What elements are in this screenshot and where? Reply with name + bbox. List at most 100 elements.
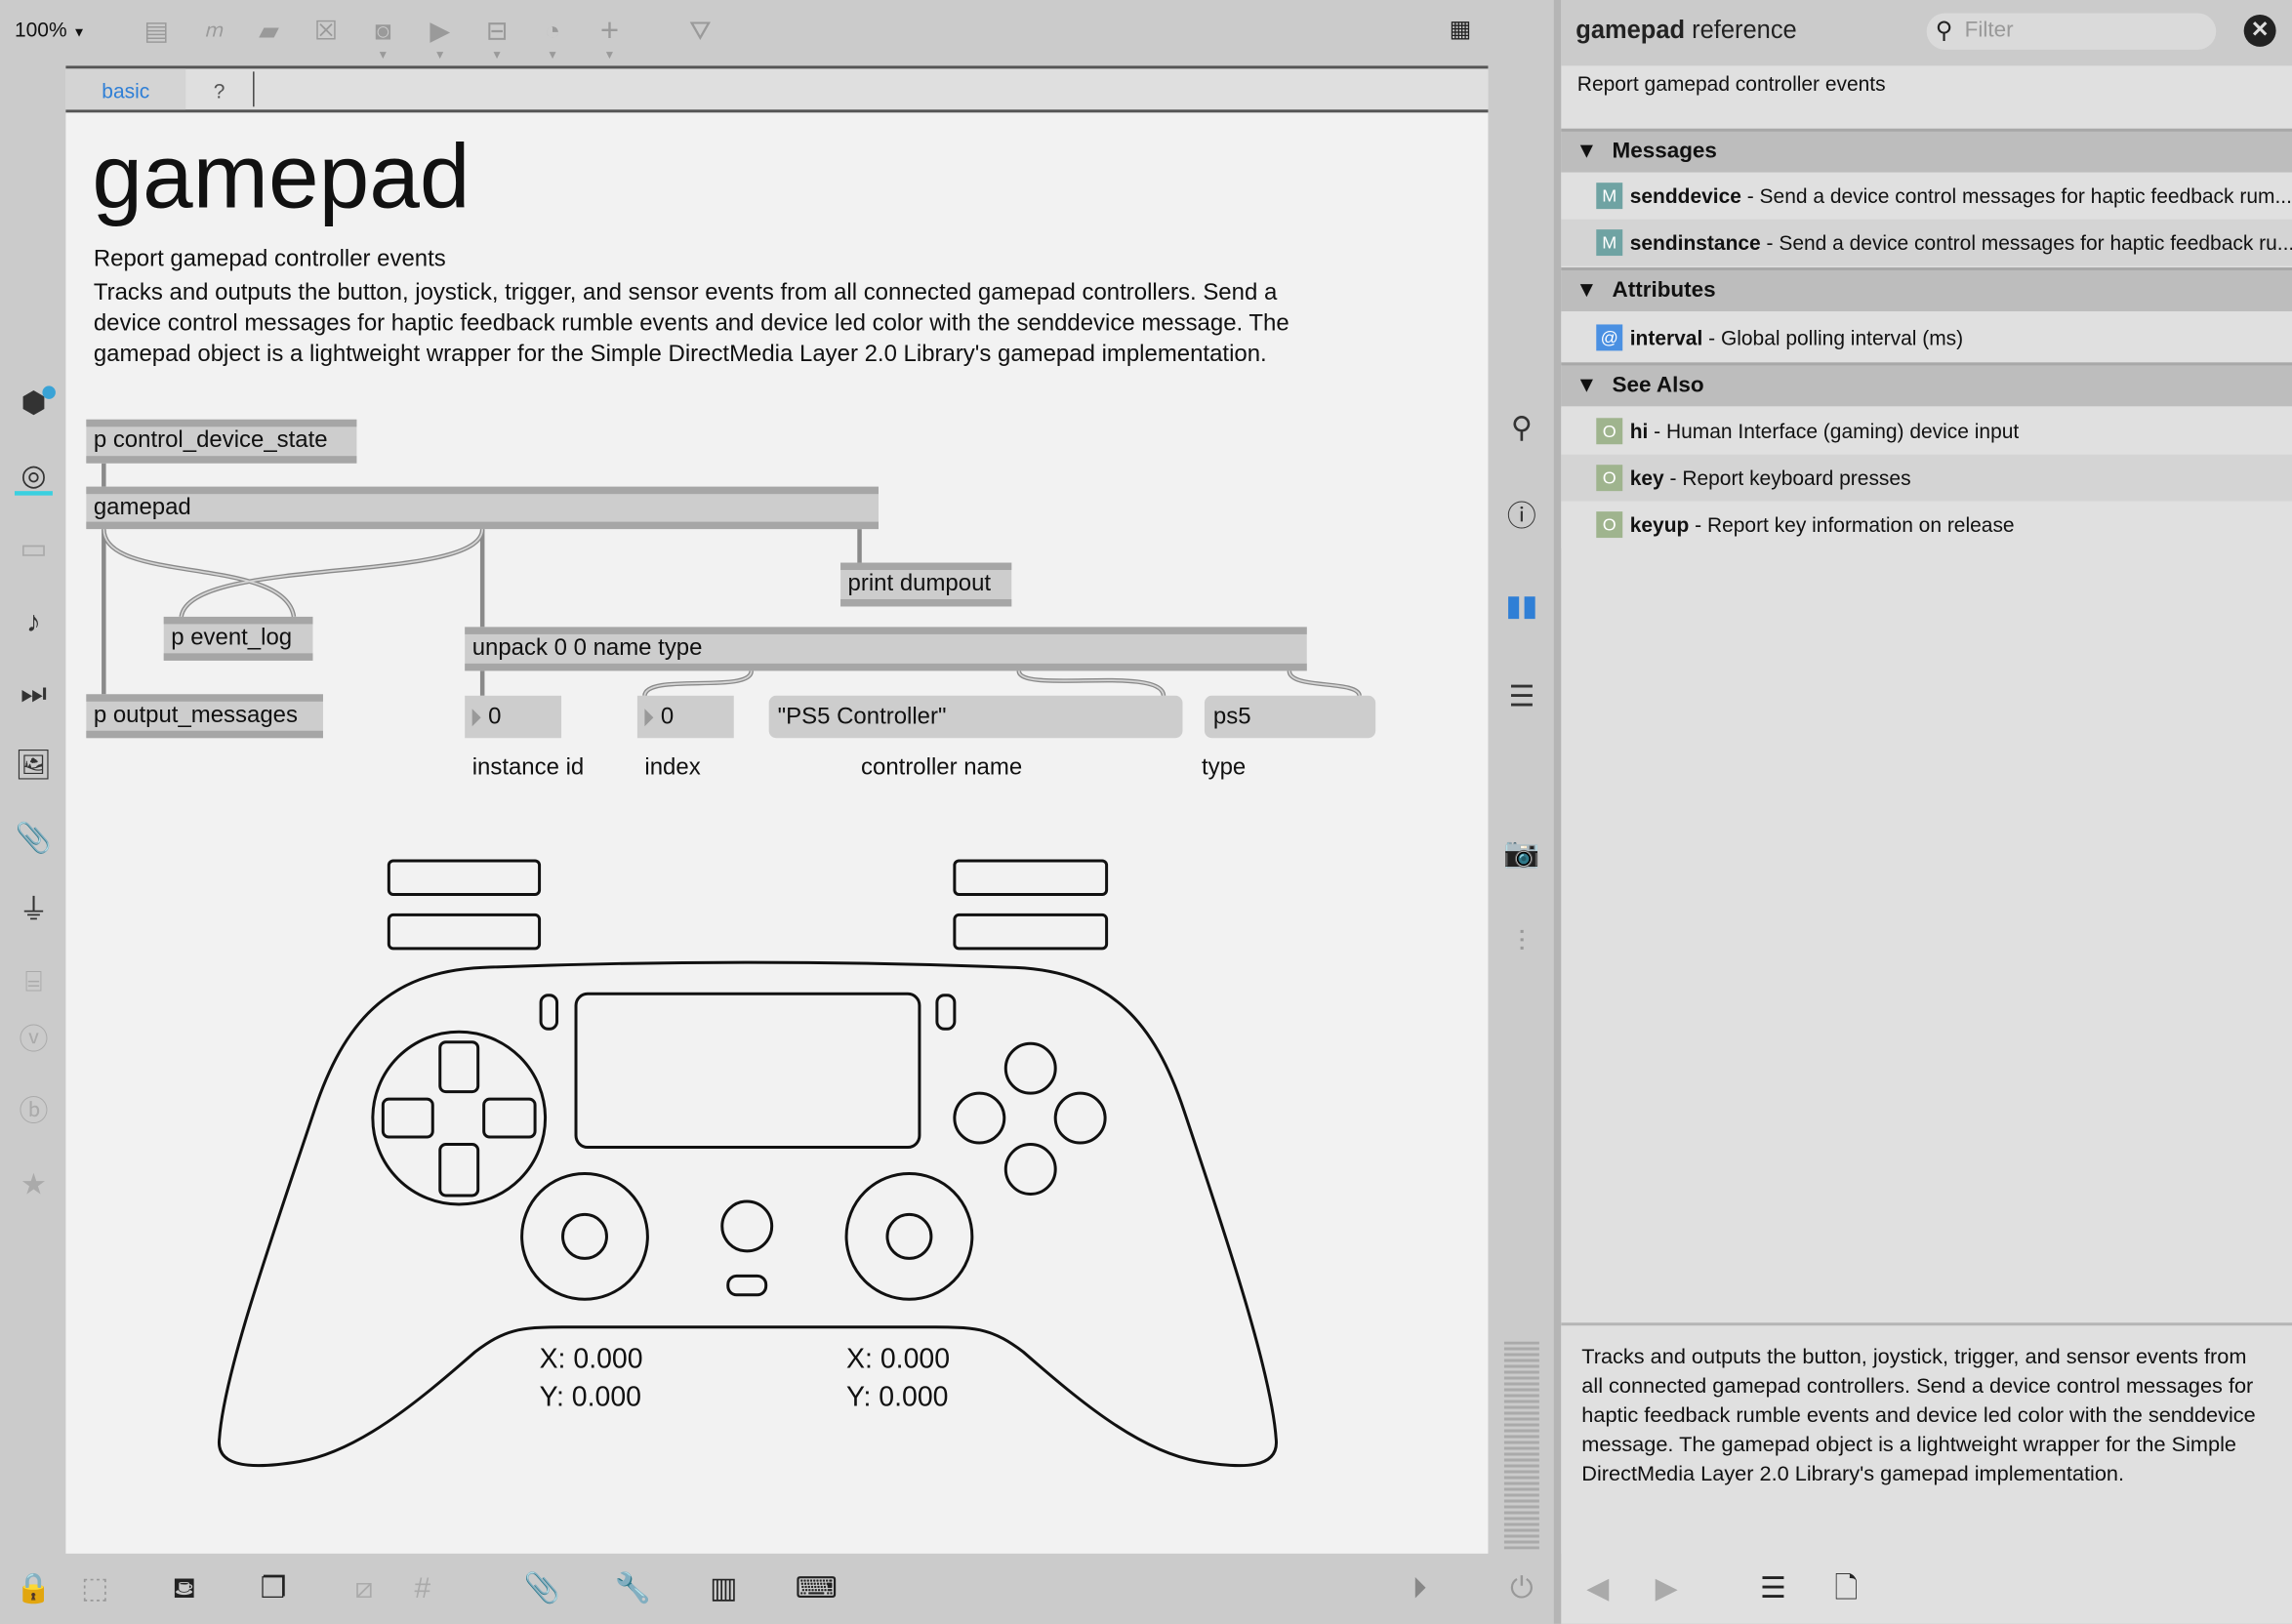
- paint-bucket-icon[interactable]: ⛛: [684, 15, 716, 47]
- tab-help[interactable]: ?: [185, 71, 255, 107]
- info-icon[interactable]: ⓘ: [1502, 499, 1540, 537]
- instance-id-number-box[interactable]: 0: [465, 695, 562, 739]
- active-indicator: [14, 491, 53, 496]
- search-icon[interactable]: ⚲: [1502, 409, 1540, 447]
- comment-icon[interactable]: ▰: [253, 15, 285, 47]
- object-output-messages[interactable]: p output_messages: [86, 694, 323, 739]
- paperclip-icon[interactable]: 📎: [523, 1569, 561, 1607]
- list-item-key[interactable]: Okey - Report keyboard presses: [1561, 454, 2292, 502]
- power-icon[interactable]: ⏻: [1502, 1569, 1540, 1607]
- object-box-icon[interactable]: ▤: [141, 15, 173, 47]
- wrench-icon[interactable]: 🔧: [614, 1569, 652, 1607]
- list-icon[interactable]: ☰: [1502, 678, 1540, 716]
- media-icon[interactable]: ▭: [15, 531, 53, 569]
- panel-divider[interactable]: [1553, 0, 1562, 1624]
- camera-icon[interactable]: 📷: [1502, 834, 1540, 873]
- image-icon[interactable]: 🖼: [15, 747, 53, 785]
- paperclip-icon[interactable]: 📎: [15, 820, 53, 858]
- grid-icon[interactable]: ▦: [1445, 15, 1477, 47]
- item-name: sendinstance: [1629, 230, 1761, 255]
- type-label: type: [1201, 755, 1247, 781]
- object-gamepad[interactable]: gamepad: [86, 486, 879, 530]
- forward-arrow-icon[interactable]: ▶: [1648, 1569, 1686, 1607]
- beta-icon[interactable]: ⓑ: [15, 1093, 53, 1131]
- list-item-hi[interactable]: Ohi - Human Interface (gaming) device in…: [1561, 407, 2292, 455]
- list-item-interval[interactable]: @ interval - Global polling interval (ms): [1561, 313, 2292, 361]
- star-icon[interactable]: ★: [15, 1166, 53, 1204]
- item-name: keyup: [1629, 512, 1690, 537]
- section-messages[interactable]: ▼ Messages: [1561, 128, 2292, 173]
- grid-toggle-icon[interactable]: #: [403, 1569, 441, 1607]
- search-icon: ⚲: [1935, 19, 1953, 44]
- presentation-mode-icon[interactable]: ⬚: [76, 1569, 114, 1607]
- tab-basic[interactable]: basic: [65, 68, 186, 110]
- windows-icon[interactable]: ❐: [255, 1569, 293, 1607]
- list-item-senddevice[interactable]: Msenddevice - Send a device control mess…: [1561, 172, 2292, 220]
- slider-icon[interactable]: ⊟: [481, 15, 513, 47]
- chevron-down-icon[interactable]: ▼: [491, 48, 503, 61]
- message-badge-icon: M: [1596, 183, 1623, 210]
- close-icon[interactable]: ✕: [2243, 14, 2276, 47]
- chevron-down-icon[interactable]: ▼: [603, 48, 615, 61]
- object-control-device-state[interactable]: p control_device_state: [86, 419, 357, 464]
- music-note-icon[interactable]: ♪: [15, 603, 53, 641]
- add-icon[interactable]: +: [593, 14, 626, 47]
- chevron-down-icon[interactable]: ▼: [434, 48, 446, 61]
- object-print-dumpout[interactable]: print dumpout: [840, 562, 1012, 607]
- filter-input[interactable]: ⚲ Filter: [1926, 13, 2217, 50]
- type-message[interactable]: ps5: [1204, 695, 1376, 739]
- menu-icon[interactable]: ☰: [1754, 1569, 1792, 1607]
- dial-icon[interactable]: ◔: [537, 15, 569, 47]
- triangle-down-icon: ▼: [1576, 139, 1598, 164]
- object-unpack[interactable]: unpack 0 0 name type: [465, 627, 1307, 671]
- plug-icon[interactable]: ⏚: [15, 891, 53, 929]
- target-icon[interactable]: ◎: [15, 458, 53, 496]
- run-icon[interactable]: ⏵: [1401, 1569, 1439, 1607]
- item-desc: - Report keyboard presses: [1663, 466, 1911, 490]
- vimeo-icon[interactable]: ⓥ: [15, 1022, 53, 1060]
- list-item-sendinstance[interactable]: Msendinstance - Send a device control me…: [1561, 219, 2292, 266]
- piano-icon[interactable]: ▥: [705, 1569, 743, 1607]
- document-icon[interactable]: 🗋: [1827, 1569, 1865, 1607]
- mixer-icon[interactable]: ⫶: [1502, 923, 1540, 961]
- triangle-down-icon: ▼: [1576, 277, 1598, 303]
- item-desc: - Send a device control messages for hap…: [1740, 183, 2292, 208]
- chevron-down-icon[interactable]: ▼: [547, 48, 558, 61]
- lock-icon[interactable]: 🔒: [15, 1569, 53, 1607]
- chevron-down-icon: ▼: [72, 24, 86, 40]
- index-number-box[interactable]: 0: [636, 695, 734, 739]
- reference-panel-icon[interactable]: ▮▮: [1502, 588, 1540, 626]
- button-icon[interactable]: ◙: [367, 15, 399, 47]
- section-attributes[interactable]: ▼ Attributes: [1561, 267, 2292, 311]
- list-item-keyup[interactable]: Okeyup - Report key information on relea…: [1561, 501, 2292, 548]
- back-arrow-icon[interactable]: ◀: [1578, 1569, 1617, 1607]
- attribute-badge-icon: @: [1596, 324, 1623, 351]
- message-box-icon[interactable]: ⅿ: [197, 15, 229, 47]
- object-badge-icon: O: [1596, 465, 1623, 492]
- help-subtitle: Report gamepad controller events: [93, 247, 446, 272]
- sequence-icon[interactable]: ⏭: [15, 675, 53, 713]
- present-icon[interactable]: ⛾: [165, 1569, 203, 1607]
- filter-placeholder: Filter: [1964, 17, 2014, 43]
- controller-name-message[interactable]: "PS5 Controller": [768, 695, 1183, 739]
- section-see-also[interactable]: ▼ See Also: [1561, 362, 2292, 407]
- section-label: Attributes: [1612, 277, 1716, 303]
- zoom-dropdown[interactable]: 100% ▼: [15, 18, 86, 41]
- chevron-down-icon[interactable]: ▼: [377, 48, 389, 61]
- help-description: Tracks and outputs the button, joystick,…: [94, 278, 1289, 370]
- keyboard-icon[interactable]: ⌨: [796, 1569, 838, 1607]
- instance-id-label: instance id: [471, 755, 585, 781]
- index-label: index: [644, 755, 701, 781]
- item-name: interval: [1629, 325, 1703, 349]
- item-name: hi: [1629, 419, 1649, 443]
- hide-icon[interactable]: ⧄: [345, 1569, 383, 1607]
- description-line: device control messages for haptic feedb…: [93, 310, 1289, 337]
- item-name: senddevice: [1629, 183, 1741, 208]
- object-event-log[interactable]: p event_log: [163, 616, 313, 661]
- left-stick-y: Y: 0.000: [539, 1382, 642, 1414]
- number-icon[interactable]: ▶: [424, 15, 456, 47]
- toggle-icon[interactable]: ☒: [309, 15, 342, 47]
- right-stick-x: X: 0.000: [846, 1344, 951, 1376]
- reference-object-name: gamepad: [1576, 16, 1686, 44]
- hardware-icon[interactable]: ⌸: [15, 963, 53, 1001]
